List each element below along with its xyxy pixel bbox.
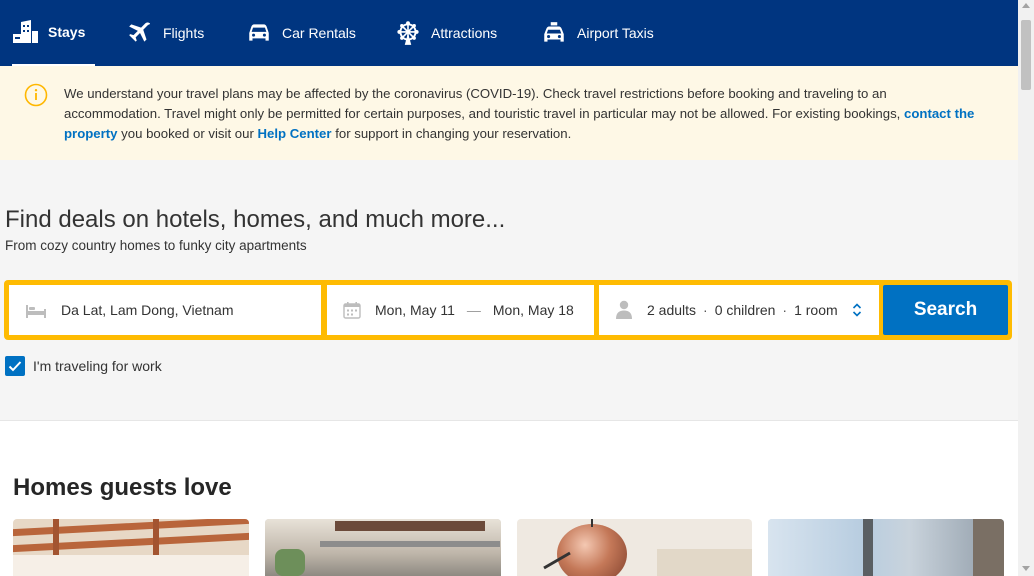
plane-icon — [127, 20, 155, 46]
page-subtitle: From cozy country homes to funky city ap… — [5, 238, 307, 253]
banner-text-part: you booked or visit our — [117, 126, 258, 141]
separator-dot: · — [782, 302, 788, 318]
tab-label: Car Rentals — [282, 25, 356, 41]
separator-dot: · — [703, 302, 708, 318]
scroll-up-icon[interactable] — [1022, 3, 1030, 8]
person-icon — [615, 300, 633, 320]
banner-text-part: We understand your travel plans may be a… — [64, 86, 905, 121]
date-range-field[interactable]: Mon, May 11 — Mon, May 18 — [327, 285, 594, 335]
property-card-image[interactable] — [768, 519, 1004, 576]
tab-car-rentals[interactable]: Car Rentals — [246, 0, 356, 66]
tab-flights[interactable]: Flights — [127, 0, 204, 66]
top-nav: Stays Flights Car Rentals Attractions Ai… — [0, 0, 1018, 66]
work-travel-checkbox[interactable] — [5, 356, 25, 376]
chevron-up-down-icon[interactable] — [852, 302, 862, 318]
tab-label: Flights — [163, 25, 205, 41]
page-title: Find deals on hotels, homes, and much mo… — [5, 206, 506, 233]
scrollbar-thumb[interactable] — [1021, 20, 1031, 90]
tab-label: Airport Taxis — [577, 25, 654, 41]
help-center-link[interactable]: Help Center — [258, 126, 332, 141]
work-travel-label[interactable]: I'm traveling for work — [33, 358, 162, 374]
section-title: Homes guests love — [13, 474, 232, 501]
destination-field[interactable]: Da Lat, Lam Dong, Vietnam — [9, 285, 321, 335]
checkmark-icon — [8, 361, 22, 372]
calendar-icon — [343, 301, 361, 319]
info-icon — [24, 83, 48, 112]
children-count: 0 children — [714, 302, 776, 318]
guests-field[interactable]: 2 adults · 0 children · 1 room — [599, 285, 879, 335]
property-card-image[interactable] — [265, 519, 501, 576]
scroll-down-icon[interactable] — [1022, 566, 1030, 571]
banner-text-part: for support in changing your reservation… — [331, 126, 572, 141]
tab-airport-taxis[interactable]: Airport Taxis — [541, 0, 654, 66]
tab-label: Attractions — [431, 25, 498, 41]
tab-stays[interactable]: Stays — [12, 0, 96, 66]
date-separator: — — [466, 302, 481, 318]
ferris-wheel-icon — [395, 20, 423, 46]
tab-attractions[interactable]: Attractions — [395, 0, 497, 66]
checkout-date[interactable]: Mon, May 18 — [493, 302, 574, 318]
search-button[interactable]: Search — [883, 285, 1008, 335]
banner-message: We understand your travel plans may be a… — [64, 84, 984, 144]
destination-value: Da Lat, Lam Dong, Vietnam — [61, 302, 234, 318]
property-card-image[interactable] — [517, 519, 752, 576]
rooms-count: 1 room — [794, 302, 838, 318]
taxi-icon — [541, 20, 569, 46]
tab-label: Stays — [48, 24, 86, 40]
adults-count: 2 adults — [647, 302, 697, 318]
bed-building-icon — [12, 19, 40, 45]
section-divider — [0, 420, 1018, 421]
bed-icon — [25, 301, 47, 319]
checkin-date[interactable]: Mon, May 11 — [375, 302, 455, 318]
car-icon — [246, 20, 274, 46]
property-card-image[interactable] — [13, 519, 249, 576]
